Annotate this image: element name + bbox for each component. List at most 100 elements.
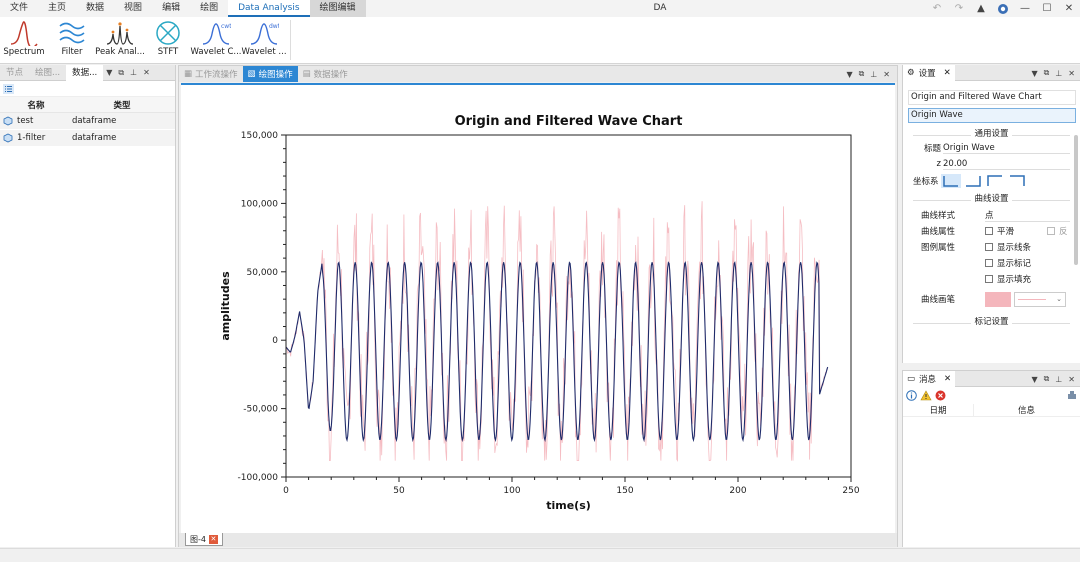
wavelet-dwt-button[interactable]: dwt Wavelet ...: [241, 17, 286, 63]
list-view-icon[interactable]: [3, 83, 14, 94]
settings-scrollbar[interactable]: [1074, 135, 1078, 265]
pin-icon[interactable]: ⊥: [1052, 375, 1065, 384]
show-fill-checkbox[interactable]: [985, 275, 993, 283]
x-tick-label: 100: [503, 486, 520, 496]
pin-icon[interactable]: ⊥: [1052, 69, 1065, 78]
tab-plot-ops-label: 绘图操作: [258, 70, 293, 80]
menu-view[interactable]: 视图: [114, 0, 152, 17]
close-icon[interactable]: ✕: [880, 70, 893, 79]
error-icon[interactable]: [935, 390, 946, 401]
filter-label: Filter: [61, 47, 83, 57]
tab-nodes[interactable]: 节点: [0, 65, 29, 81]
wavelet-cwt-button[interactable]: cwt Wavelet C...: [191, 17, 242, 63]
pin-icon[interactable]: ⊥: [127, 68, 140, 77]
show-marker-checkbox[interactable]: [985, 259, 993, 267]
menu-edit[interactable]: 编辑: [152, 0, 190, 17]
plot-workspace: ▦ 工作流操作 ▧ 绘图操作 ▤ 数据操作 ▼ ⧉ ⊥ ✕ Origin and Fi…: [178, 65, 898, 547]
pin-icon[interactable]: ⊥: [867, 70, 880, 79]
window-title: DA: [653, 3, 667, 13]
table-row[interactable]: 1-filter dataframe: [0, 130, 175, 147]
chart-select-item[interactable]: Origin and Filtered Wave Chart: [908, 90, 1076, 105]
message-icon: ▭: [907, 373, 916, 384]
stft-button[interactable]: STFT: [146, 17, 190, 63]
column-date[interactable]: 日期: [903, 404, 973, 416]
pen-color-swatch[interactable]: [985, 291, 1011, 307]
column-type[interactable]: 类型: [72, 99, 172, 111]
tab-data[interactable]: 数据...: [66, 64, 104, 81]
axis-style-top-right-icon[interactable]: [1007, 174, 1027, 188]
z-input[interactable]: 20.00: [943, 159, 1070, 170]
y-axis-label: amplitudes: [219, 271, 232, 341]
peak-analysis-button[interactable]: Peak Anal...: [95, 17, 145, 63]
tab-messages[interactable]: ▭ 消息 ✕: [903, 370, 956, 387]
y-tick-label: 0: [272, 336, 278, 346]
float-icon[interactable]: ⧉: [856, 69, 868, 79]
dropdown-icon[interactable]: ▼: [843, 70, 855, 79]
tab-plot-ops[interactable]: ▧ 绘图操作: [242, 66, 298, 82]
spectrum-button[interactable]: Spectrum: [2, 17, 46, 63]
series-select-item[interactable]: Origin Wave: [908, 108, 1076, 123]
plot-canvas[interactable]: Origin and Filtered Wave Chart -100,000 -5…: [181, 83, 895, 533]
minimize-icon[interactable]: —: [1014, 0, 1036, 17]
collapse-ribbon-icon[interactable]: ▲: [970, 0, 992, 17]
close-icon[interactable]: ✕: [1065, 375, 1078, 384]
close-icon[interactable]: ✕: [140, 68, 153, 77]
float-icon[interactable]: ⧉: [115, 68, 127, 78]
axis-style-bottom-right-icon[interactable]: [963, 174, 983, 188]
menu-plot[interactable]: 绘图: [190, 0, 228, 17]
tab-data-ops[interactable]: ▤ 数据操作: [298, 66, 353, 82]
reverse-label: 反: [1059, 227, 1068, 237]
title-input[interactable]: Origin Wave: [943, 143, 1070, 154]
dropdown-icon[interactable]: ▼: [103, 68, 115, 77]
menu-plot-edit[interactable]: 绘图编辑: [309, 0, 366, 17]
table-row[interactable]: test dataframe: [0, 113, 175, 130]
tab-data-ops-label: 数据操作: [313, 70, 348, 80]
center-tabbar: ▦ 工作流操作 ▧ 绘图操作 ▤ 数据操作 ▼ ⧉ ⊥ ✕: [179, 66, 897, 82]
warning-icon[interactable]: [920, 389, 932, 401]
show-line-checkbox[interactable]: [985, 243, 993, 251]
float-icon[interactable]: ⧉: [1041, 68, 1053, 78]
axis-style-bottom-left-icon[interactable]: [940, 174, 961, 188]
tab-settings[interactable]: ⚙ 设置 ✕: [903, 64, 955, 81]
menu-home[interactable]: 主页: [38, 0, 76, 17]
redo-icon[interactable]: ↷: [948, 0, 970, 17]
menu-data[interactable]: 数据: [76, 0, 114, 17]
wavelet-cwt-tag: cwt: [221, 23, 231, 30]
peak-analysis-icon: [106, 22, 134, 45]
pen-style-select[interactable]: ⌄: [1014, 291, 1066, 307]
wavelet-cwt-label: Wavelet C...: [190, 47, 242, 57]
close-icon[interactable]: ✕: [1058, 0, 1080, 17]
wavelet-cwt-icon: cwt: [202, 23, 231, 45]
row-name: 1-filter: [17, 133, 46, 143]
undo-icon[interactable]: ↶: [926, 0, 948, 17]
maximize-icon[interactable]: ☐: [1036, 0, 1058, 17]
wave-chart[interactable]: Origin and Filtered Wave Chart -100,000 -5…: [181, 85, 895, 533]
column-info[interactable]: 信息: [973, 403, 1079, 416]
close-figure-icon[interactable]: ✕: [208, 534, 218, 544]
x-tick-label: 250: [842, 486, 859, 496]
peak-analysis-label: Peak Anal...: [95, 47, 145, 57]
float-icon[interactable]: ⧉: [1041, 374, 1053, 384]
tab-workflow[interactable]: ▦ 工作流操作: [179, 66, 243, 82]
reverse-checkbox[interactable]: [1047, 227, 1055, 235]
show-marker-row: 显示标记: [903, 255, 1080, 271]
menu-file[interactable]: 文件: [0, 0, 38, 17]
menu-data-analysis[interactable]: Data Analysis: [228, 0, 310, 17]
column-name[interactable]: 名称: [0, 99, 72, 111]
smooth-checkbox[interactable]: [985, 227, 993, 235]
close-icon[interactable]: ✕: [944, 374, 951, 384]
info-icon[interactable]: [906, 389, 917, 401]
legend-prop-label: 图例属性: [921, 243, 956, 253]
filter-button[interactable]: Filter: [50, 17, 94, 63]
close-icon[interactable]: ✕: [944, 68, 951, 78]
tab-plots[interactable]: 绘图...: [29, 65, 66, 81]
dropdown-icon[interactable]: ▼: [1028, 69, 1040, 78]
close-icon[interactable]: ✕: [1065, 69, 1078, 78]
tab-messages-label: 消息: [919, 374, 937, 385]
clear-messages-icon[interactable]: [1067, 390, 1077, 400]
theme-icon[interactable]: [992, 0, 1014, 17]
dropdown-icon[interactable]: ▼: [1028, 375, 1040, 384]
axis-style-top-left-icon[interactable]: [985, 174, 1005, 188]
figure-tab[interactable]: 图-4 ✕: [185, 533, 223, 546]
curve-style-select[interactable]: 点: [985, 209, 1070, 222]
